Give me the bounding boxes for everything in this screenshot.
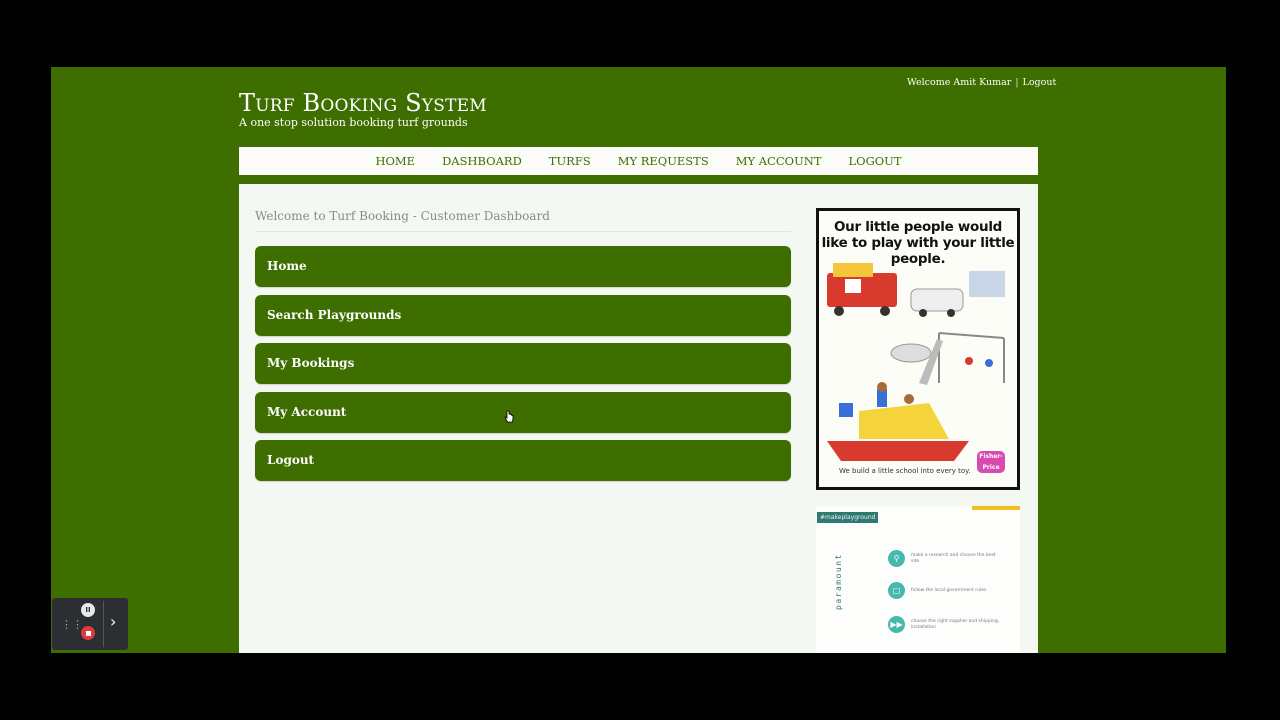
toy-illustration — [827, 263, 1005, 461]
content-area: Welcome to Turf Booking - Customer Dashb… — [239, 184, 1038, 653]
menu-search-playgrounds-button[interactable]: Search Playgrounds — [255, 294, 791, 336]
toy-advert-image[interactable]: Our little people would like to play wit… — [816, 208, 1020, 490]
hand-cursor-icon — [504, 410, 514, 423]
nav-my-requests[interactable]: MY REQUESTS — [618, 154, 709, 168]
advert-step-text: follow the local government rules — [911, 587, 987, 593]
site-tagline: A one stop solution booking turf grounds — [239, 116, 468, 129]
top-logout-link[interactable]: Logout — [1023, 77, 1057, 88]
fast-forward-icon: ▶▶ — [888, 616, 905, 633]
advert-hashtag: #makeplayground — [817, 512, 879, 523]
site-title[interactable]: Turf Booking System — [239, 89, 487, 117]
nav-logout[interactable]: LOGOUT — [849, 154, 902, 168]
main-nav: HOME DASHBOARD TURFS MY REQUESTS MY ACCO… — [239, 147, 1038, 179]
site-brand: Turf Booking System A one stop solution … — [239, 89, 487, 129]
menu-my-bookings-button[interactable]: My Bookings — [255, 343, 791, 385]
advert-accent-stripe — [972, 506, 1020, 510]
document-icon: □ — [888, 582, 905, 599]
nav-turfs[interactable]: TURFS — [549, 154, 591, 168]
drag-handle-icon[interactable]: ⋮⋮ — [61, 618, 83, 631]
advert-step-text: choose the right supplier and shipping, … — [911, 618, 1000, 630]
pause-icon[interactable]: II — [81, 603, 95, 617]
magnifier-icon: ⚲ — [888, 550, 905, 567]
nav-my-account[interactable]: MY ACCOUNT — [736, 154, 822, 168]
nav-dashboard[interactable]: DASHBOARD — [442, 154, 522, 168]
toy-advert-footer: We build a little school into every toy. — [839, 467, 971, 475]
menu-my-account-button[interactable]: My Account — [255, 391, 791, 433]
advert-step-row: ⚲ make a research and choose the best si… — [888, 550, 1001, 567]
dashboard-menu: Home Search Playgrounds My Bookings My A… — [255, 246, 791, 489]
site-frame: Welcome Amit Kumar | Logout Turf Booking S… — [51, 67, 1226, 653]
stop-icon[interactable] — [81, 626, 95, 640]
user-bar: Welcome Amit Kumar | Logout — [907, 77, 1056, 88]
playground-advert-image[interactable]: #makeplayground paramount ⚲ make a resea… — [816, 506, 1020, 653]
advert-step-row: □ follow the local government rules — [888, 582, 1001, 599]
toolbar-divider — [103, 601, 104, 647]
nav-home[interactable]: HOME — [375, 154, 415, 168]
welcome-text: Welcome Amit Kumar — [907, 77, 1012, 88]
toy-advert-panel: Our little people would like to play wit… — [819, 211, 1017, 487]
advert-step-text: make a research and choose the best site — [911, 552, 996, 564]
menu-logout-button[interactable]: Logout — [255, 440, 791, 482]
user-bar-separator: | — [1015, 77, 1019, 88]
toy-advert-badge: Fisher-Price — [977, 451, 1005, 473]
advert-step-row: ▶▶ choose the right supplier and shippin… — [888, 616, 1001, 633]
dashboard-heading: Welcome to Turf Booking - Customer Dashb… — [255, 209, 791, 232]
menu-home-button[interactable]: Home — [255, 246, 791, 287]
screen-recorder-toolbar: ⋮⋮ II › — [52, 598, 128, 650]
chevron-right-icon[interactable]: › — [110, 612, 116, 631]
advert-brand: paramount — [834, 553, 843, 610]
